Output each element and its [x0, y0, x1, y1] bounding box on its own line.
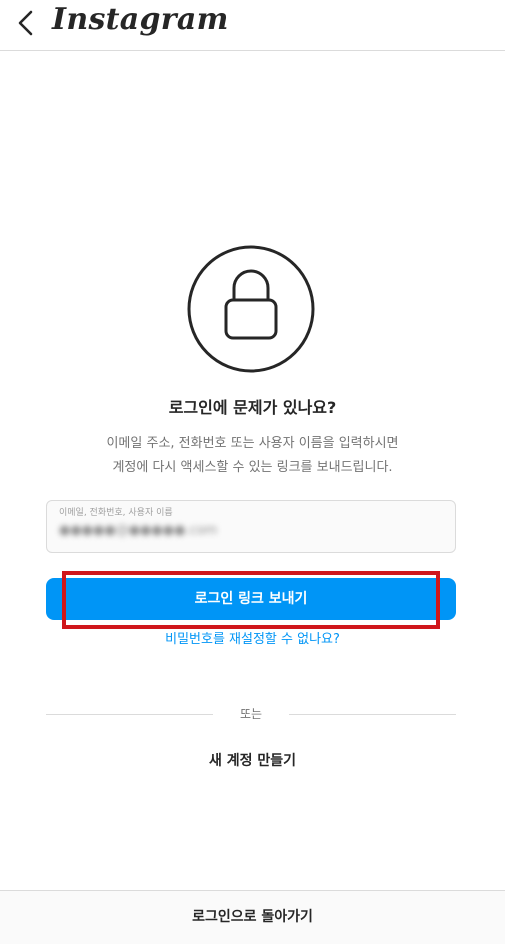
highlight-box [62, 571, 440, 629]
email-phone-username-input[interactable]: 이메일, 전화번호, 사용자 이름 ●●●●●@●●●●●.com [46, 500, 456, 553]
description-line-1: 이메일 주소, 전화번호 또는 사용자 이름을 입력하시면 [106, 436, 399, 451]
description: 이메일 주소, 전화번호 또는 사용자 이름을 입력하시면 계정에 다시 액세스… [20, 432, 485, 480]
reset-password-link[interactable]: 비밀번호를 재설정할 수 없나요? [0, 628, 505, 647]
divider-line-right [289, 714, 456, 715]
page-title: 로그인에 문제가 있나요? [168, 398, 337, 417]
description-line-2: 계정에 다시 액세스할 수 있는 링크를 보내드립니다. [112, 460, 393, 475]
input-label: 이메일, 전화번호, 사용자 이름 [59, 508, 173, 518]
lock-icon [187, 245, 315, 373]
back-to-login-button[interactable]: 로그인으로 돌아가기 [0, 890, 505, 944]
or-divider: 또는 [46, 704, 456, 724]
input-value: ●●●●●@●●●●●.com [59, 523, 218, 538]
instagram-logo: Instagram [52, 2, 229, 37]
header-bar: Instagram [0, 0, 505, 51]
create-account-link[interactable]: 새 계정 만들기 [0, 750, 505, 770]
chevron-left-icon[interactable] [10, 6, 44, 40]
